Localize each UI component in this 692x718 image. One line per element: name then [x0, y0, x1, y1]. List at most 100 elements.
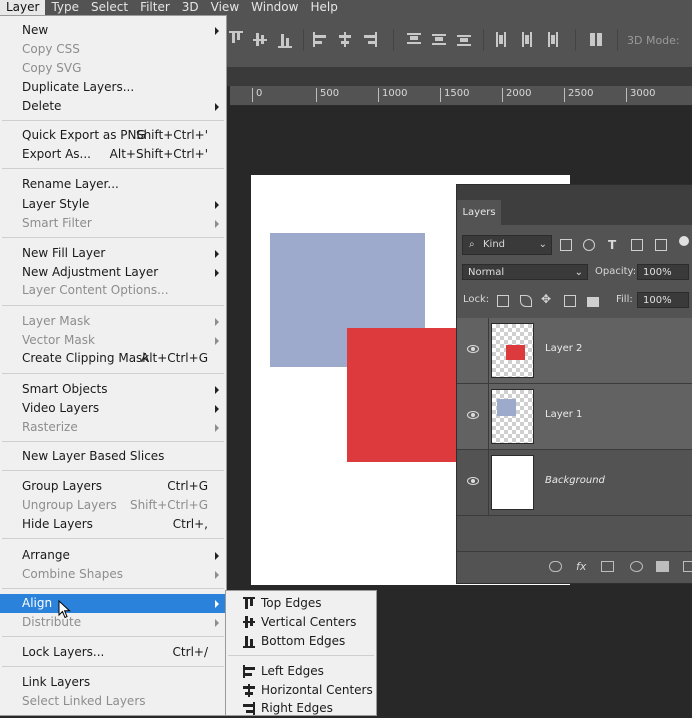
- align-horizontal-centers-icon[interactable]: [338, 31, 354, 49]
- menu-item-duplicate-layers[interactable]: Duplicate Layers...: [0, 78, 226, 97]
- filter-smart-object-icon[interactable]: [655, 239, 667, 251]
- menu-item-label: Distribute: [22, 615, 82, 629]
- menu-item-vector-mask[interactable]: Vector Mask: [0, 331, 226, 350]
- menu-item-quick-export-png[interactable]: Quick Export as PNG Shift+Ctrl+': [0, 126, 226, 145]
- menu-item-hide-layers[interactable]: Hide Layers Ctrl+,: [0, 515, 226, 534]
- menu-item-group-layers[interactable]: Group Layers Ctrl+G: [0, 477, 226, 496]
- menu-item-arrange[interactable]: Arrange: [0, 546, 226, 565]
- distribute-top-icon[interactable]: [407, 31, 423, 49]
- lock-position-icon[interactable]: ✥: [541, 292, 551, 306]
- menu-filter[interactable]: Filter: [134, 0, 176, 15]
- toolbar-separator: [575, 29, 576, 51]
- fx-icon[interactable]: fx: [576, 560, 586, 573]
- fill-field[interactable]: 100%: [637, 292, 689, 308]
- menu-layer[interactable]: Layer: [0, 0, 46, 15]
- align-vertical-centers-item[interactable]: Vertical Centers: [226, 613, 376, 632]
- toolbar-separator: [303, 29, 304, 51]
- menu-item-select-linked-layers[interactable]: Select Linked Layers: [0, 692, 226, 711]
- menu-item-smart-objects[interactable]: Smart Objects: [0, 380, 226, 399]
- eye-icon[interactable]: [467, 345, 479, 353]
- adjustment-layer-icon[interactable]: [630, 561, 643, 572]
- menu-help[interactable]: Help: [304, 0, 343, 15]
- align-right-edges-item[interactable]: Right Edges: [226, 699, 376, 718]
- menu-select[interactable]: Select: [85, 0, 134, 15]
- lock-transparent-pixels-icon[interactable]: [497, 295, 509, 307]
- menu-item-distribute[interactable]: Distribute: [0, 613, 226, 632]
- layer-name[interactable]: Layer 1: [545, 409, 582, 420]
- align-right-edges-icon[interactable]: [363, 31, 379, 49]
- blend-mode-select[interactable]: Normal ⌄: [462, 264, 588, 280]
- filter-pixel-icon[interactable]: [560, 239, 572, 251]
- link-layers-icon[interactable]: [549, 561, 562, 572]
- distribute-bottom-icon[interactable]: [457, 31, 473, 49]
- visibility-column-divider: [488, 384, 489, 449]
- align-top-edges-item[interactable]: Top Edges: [226, 594, 376, 613]
- filter-type-icon[interactable]: T: [608, 238, 616, 252]
- layer-row-layer-1[interactable]: Layer 1: [457, 384, 692, 450]
- menu-item-label: Lock Layers...: [22, 645, 105, 659]
- auto-align-layers-icon[interactable]: [589, 31, 605, 49]
- menu-3d[interactable]: 3D: [176, 0, 205, 15]
- lock-all-icon[interactable]: [587, 297, 599, 307]
- menu-item-new-fill-layer[interactable]: New Fill Layer: [0, 244, 226, 263]
- align-top-edges-icon[interactable]: [229, 31, 245, 49]
- distribute-right-icon[interactable]: [544, 31, 560, 49]
- menu-item-layer-mask[interactable]: Layer Mask: [0, 312, 226, 331]
- menu-item-rename-layer[interactable]: Rename Layer...: [0, 175, 226, 194]
- filter-toggle-icon[interactable]: [679, 236, 689, 246]
- menu-item-smart-filter[interactable]: Smart Filter: [0, 214, 226, 233]
- search-icon: ⌕: [469, 239, 475, 250]
- align-vertical-centers-icon[interactable]: [253, 31, 269, 49]
- opacity-field[interactable]: 100%: [637, 264, 689, 280]
- menu-item-video-layers[interactable]: Video Layers: [0, 399, 226, 418]
- lock-image-pixels-icon[interactable]: [520, 295, 532, 307]
- menu-view[interactable]: View: [205, 0, 245, 15]
- menu-item-combine-shapes[interactable]: Combine Shapes: [0, 565, 226, 584]
- filter-kind-select[interactable]: ⌕ Kind ⌄: [462, 235, 552, 255]
- menu-item-rasterize[interactable]: Rasterize: [0, 418, 226, 437]
- ruler-tick: 0: [252, 88, 262, 102]
- distribute-left-icon[interactable]: [494, 31, 510, 49]
- layer-row-layer-2[interactable]: Layer 2: [457, 318, 692, 384]
- menu-item-copy-svg[interactable]: Copy SVG: [0, 59, 226, 78]
- menu-item-label: New Fill Layer: [22, 246, 106, 260]
- align-left-edges-icon[interactable]: [313, 31, 329, 49]
- menu-separator: [2, 120, 224, 121]
- eye-icon[interactable]: [467, 477, 479, 485]
- menu-item-layer-content-options[interactable]: Layer Content Options...: [0, 281, 226, 300]
- menu-item-copy-css[interactable]: Copy CSS: [0, 40, 226, 59]
- menu-window[interactable]: Window: [245, 0, 304, 15]
- eye-icon[interactable]: [467, 411, 479, 419]
- lock-artboard-icon[interactable]: [564, 295, 576, 307]
- menu-item-new[interactable]: New: [0, 21, 226, 40]
- menu-item-align[interactable]: Align: [0, 594, 226, 613]
- menu-item-new-adjustment-layer[interactable]: New Adjustment Layer: [0, 263, 226, 282]
- distribute-horizontal-centers-icon[interactable]: [519, 31, 535, 49]
- submenu-arrow-icon: [215, 619, 219, 627]
- filter-shape-icon[interactable]: [631, 239, 643, 251]
- menu-item-create-clipping-mask[interactable]: Create Clipping Mask Alt+Ctrl+G: [0, 349, 226, 368]
- menu-type[interactable]: Type: [45, 0, 85, 15]
- menu-item-new-layer-based-slices[interactable]: New Layer Based Slices: [0, 447, 226, 466]
- filter-adjustment-icon[interactable]: [583, 239, 595, 251]
- align-horizontal-centers-item[interactable]: Horizontal Centers: [226, 681, 376, 700]
- folder-icon[interactable]: [656, 561, 669, 572]
- layer-name[interactable]: Layer 2: [545, 343, 582, 354]
- menu-item-export-as[interactable]: Export As... Alt+Shift+Ctrl+': [0, 145, 226, 164]
- menu-item-delete[interactable]: Delete: [0, 97, 226, 116]
- new-layer-icon[interactable]: [683, 561, 692, 572]
- tab-layers[interactable]: Layers: [457, 200, 501, 225]
- distribute-vertical-centers-icon[interactable]: [432, 31, 448, 49]
- submenu-item-label: Top Edges: [261, 596, 322, 610]
- add-mask-icon[interactable]: [601, 561, 614, 572]
- menu-item-layer-style[interactable]: Layer Style: [0, 195, 226, 214]
- layer-row-background[interactable]: Background: [457, 450, 692, 516]
- align-left-edges-item[interactable]: Left Edges: [226, 662, 376, 681]
- red-rectangle-layer-2[interactable]: [347, 328, 457, 462]
- layer-name[interactable]: Background: [545, 475, 605, 486]
- align-bottom-edges-item[interactable]: Bottom Edges: [226, 632, 376, 651]
- menu-item-ungroup-layers[interactable]: Ungroup Layers Shift+Ctrl+G: [0, 496, 226, 515]
- align-bottom-edges-icon[interactable]: [278, 31, 294, 49]
- menu-item-link-layers[interactable]: Link Layers: [0, 673, 226, 692]
- menu-item-lock-layers[interactable]: Lock Layers... Ctrl+/: [0, 643, 226, 662]
